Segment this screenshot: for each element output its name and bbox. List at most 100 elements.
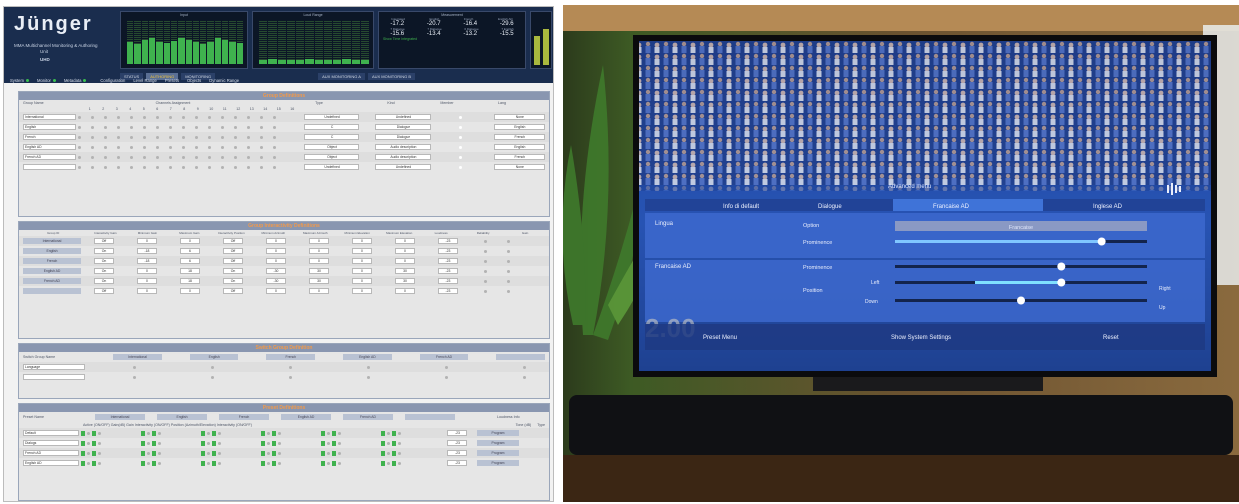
inter-value-field[interactable]: -23 — [437, 258, 458, 264]
inter-value-field[interactable]: 0 — [351, 248, 372, 254]
group-name-field[interactable] — [23, 164, 77, 170]
inter-value-field[interactable]: 0 — [265, 258, 286, 264]
channel-check[interactable] — [195, 155, 199, 159]
channel-check[interactable] — [260, 145, 264, 149]
group-name-field[interactable]: French AD — [23, 154, 77, 160]
position-check[interactable] — [278, 461, 281, 465]
inter-value-field[interactable]: 6 — [179, 248, 200, 254]
channel-check[interactable] — [91, 135, 95, 139]
channel-check[interactable] — [143, 155, 147, 159]
interactivity-toggle[interactable] — [92, 450, 96, 456]
channel-check[interactable] — [247, 155, 251, 159]
channel-check[interactable] — [117, 165, 121, 169]
inter-value-field[interactable]: 0 — [351, 238, 372, 244]
channel-check[interactable] — [260, 125, 264, 129]
inter-value-field[interactable]: 30 — [308, 268, 329, 274]
menu-item-3[interactable]: Configuration — [100, 78, 125, 83]
active-toggle[interactable] — [81, 450, 85, 456]
tv-bottom-button-2[interactable]: Reset — [1103, 335, 1119, 341]
channel-check[interactable] — [208, 165, 212, 169]
channel-check[interactable] — [130, 145, 134, 149]
channel-check[interactable] — [143, 115, 147, 119]
channel-check[interactable] — [117, 155, 121, 159]
gain-check[interactable] — [267, 451, 270, 455]
group-name-field[interactable]: International — [23, 114, 77, 120]
gain-check[interactable] — [327, 431, 330, 435]
menu-item-0[interactable]: System — [10, 78, 29, 83]
position-check[interactable] — [338, 431, 341, 435]
interactivity-toggle[interactable] — [272, 460, 276, 466]
channel-check[interactable] — [104, 125, 108, 129]
gain-check[interactable] — [207, 431, 210, 435]
tv-tab-0[interactable]: Info di default — [723, 204, 759, 210]
group-kind-select[interactable]: Dialogue — [375, 134, 431, 140]
inter-value-field[interactable]: 0 — [351, 278, 372, 284]
inter-value-field[interactable]: 30 — [308, 278, 329, 284]
preset-member-button[interactable]: English AD — [281, 414, 331, 420]
preset-type-select[interactable]: Program — [477, 430, 519, 436]
channel-check[interactable] — [78, 115, 82, 119]
channel-check[interactable] — [273, 125, 277, 129]
switch-member-button[interactable]: International — [113, 354, 162, 360]
inter-value-field[interactable]: On — [93, 268, 114, 274]
gain-check[interactable] — [507, 249, 510, 253]
inter-value-field[interactable]: 0 — [394, 238, 415, 244]
inter-value-field[interactable]: Off — [93, 288, 114, 294]
interactivity-toggle[interactable] — [92, 460, 96, 466]
position-check[interactable] — [398, 451, 401, 455]
top-tab-3[interactable]: AUX MONITORING A — [318, 73, 365, 80]
channel-check[interactable] — [234, 165, 238, 169]
channel-check[interactable] — [234, 135, 238, 139]
preset-member-button[interactable] — [405, 414, 455, 420]
interactivity-toggle[interactable] — [152, 440, 156, 446]
switch-name-field[interactable] — [23, 374, 85, 380]
position-check[interactable] — [278, 431, 281, 435]
preset-tone-field[interactable]: -23 — [447, 440, 467, 446]
channel-check[interactable] — [221, 115, 225, 119]
inter-value-field[interactable]: On — [222, 278, 243, 284]
active-toggle[interactable] — [321, 430, 325, 436]
interactivity-toggle[interactable] — [392, 460, 396, 466]
channel-check[interactable] — [195, 165, 199, 169]
active-toggle[interactable] — [381, 440, 385, 446]
preset-name-field[interactable]: English AD — [23, 460, 79, 466]
interactivity-toggle[interactable] — [272, 430, 276, 436]
channel-check[interactable] — [273, 115, 277, 119]
menu-item-5[interactable]: Presets — [165, 78, 179, 83]
tv-bottom-button-0[interactable]: Preset Menu — [703, 335, 737, 341]
channel-check[interactable] — [104, 145, 108, 149]
channel-check[interactable] — [78, 155, 82, 159]
inter-value-field[interactable]: 0 — [351, 258, 372, 264]
interactivity-toggle[interactable] — [212, 460, 216, 466]
switch-member-button[interactable]: French AD — [419, 354, 469, 360]
gain-check[interactable] — [147, 461, 150, 465]
channel-check[interactable] — [130, 155, 134, 159]
inter-group-button[interactable]: French — [23, 258, 81, 264]
tv-sec1-prom-knob[interactable] — [1097, 237, 1106, 246]
inter-value-field[interactable]: 0 — [394, 288, 415, 294]
channel-check[interactable] — [130, 115, 134, 119]
position-check[interactable] — [398, 441, 401, 445]
interactivity-toggle[interactable] — [332, 450, 336, 456]
inter-value-field[interactable]: 0 — [308, 248, 329, 254]
position-check[interactable] — [158, 451, 161, 455]
gain-check[interactable] — [147, 431, 150, 435]
menu-item-7[interactable]: Dynamic Range — [209, 78, 239, 83]
switch-radio[interactable] — [523, 375, 526, 379]
channel-check[interactable] — [273, 135, 277, 139]
channel-check[interactable] — [169, 125, 173, 129]
inter-value-field[interactable]: 18 — [179, 268, 200, 274]
reliability-check[interactable] — [484, 239, 487, 243]
channel-check[interactable] — [208, 115, 212, 119]
switch-radio[interactable] — [289, 365, 292, 369]
gain-check[interactable] — [267, 431, 270, 435]
channel-check[interactable] — [182, 135, 186, 139]
reliability-check[interactable] — [484, 269, 487, 273]
position-check[interactable] — [158, 441, 161, 445]
active-toggle[interactable] — [141, 450, 145, 456]
position-check[interactable] — [218, 441, 221, 445]
menu-item-1[interactable]: Monitor — [37, 78, 56, 83]
position-check[interactable] — [158, 431, 161, 435]
channel-check[interactable] — [169, 145, 173, 149]
inter-value-field[interactable]: -30 — [265, 278, 286, 284]
